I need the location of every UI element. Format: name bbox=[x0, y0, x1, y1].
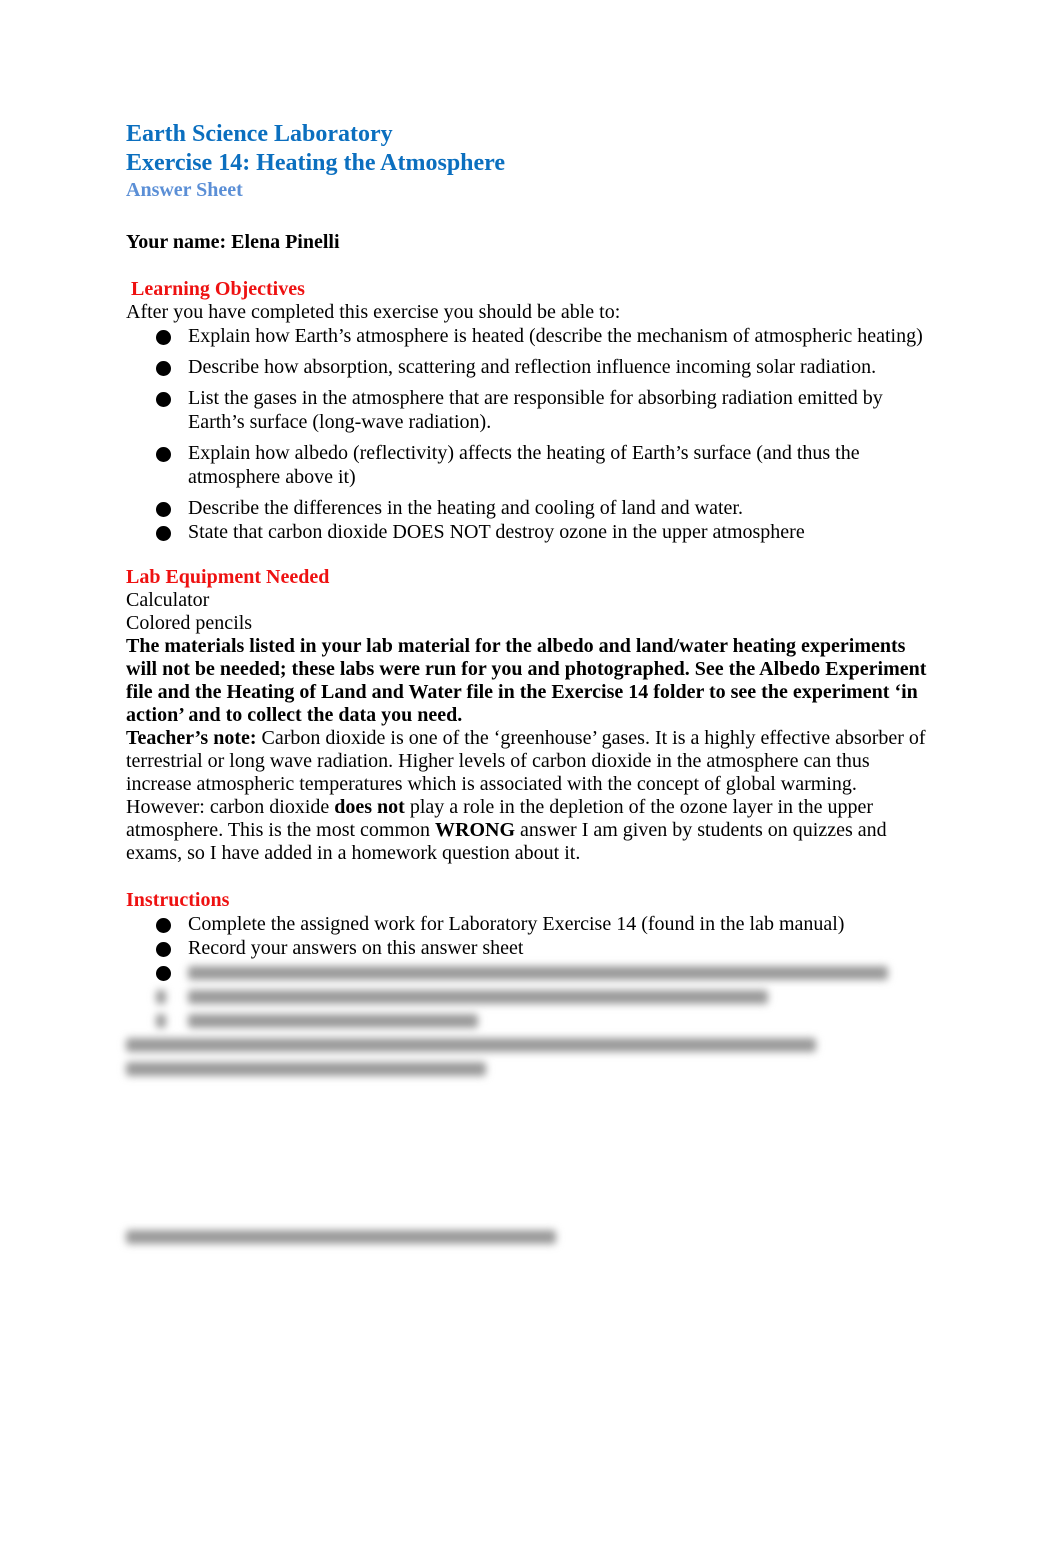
bullet-icon bbox=[156, 392, 171, 407]
list-item: Complete the assigned work for Laborator… bbox=[156, 912, 936, 936]
equipment-item: Colored pencils bbox=[126, 612, 253, 634]
document-page: Earth Science Laboratory Exercise 14: He… bbox=[126, 120, 936, 1245]
emphasis-wrong: WRONG bbox=[435, 819, 516, 841]
teacher-note-label: Teacher’s note: bbox=[126, 727, 257, 749]
learning-objectives-list: Explain how Earth’s atmosphere is heated… bbox=[126, 324, 936, 544]
equipment-item: Calculator bbox=[126, 589, 210, 611]
list-item: Describe how absorption, scattering and … bbox=[156, 355, 936, 379]
learning-objectives-heading: Learning Objectives bbox=[131, 278, 305, 300]
learning-objectives-section: Learning Objectives After you have compl… bbox=[126, 278, 936, 544]
list-item bbox=[156, 960, 936, 984]
list-item: Explain how albedo (reflectivity) affect… bbox=[156, 441, 936, 489]
materials-note: The materials listed in your lab materia… bbox=[126, 635, 927, 726]
list-item: Describe the differences in the heating … bbox=[156, 496, 936, 520]
bullet-icon bbox=[156, 330, 171, 345]
list-item: Explain how Earth’s atmosphere is heated… bbox=[156, 324, 936, 348]
list-item: State that carbon dioxide DOES NOT destr… bbox=[156, 520, 936, 544]
list-item: List the gases in the atmosphere that ar… bbox=[156, 386, 936, 434]
doc-title-line2: Exercise 14: Heating the Atmosphere bbox=[126, 150, 506, 176]
bullet-icon bbox=[156, 447, 171, 462]
bullet-icon bbox=[156, 526, 171, 541]
bullet-icon bbox=[156, 502, 171, 517]
bullet-icon bbox=[156, 942, 171, 957]
lab-equipment-heading: Lab Equipment Needed bbox=[126, 566, 330, 588]
emphasis-does-not: does not bbox=[334, 796, 405, 818]
instructions-section: Instructions Complete the assigned work … bbox=[126, 889, 936, 1084]
lab-equipment-section: Lab Equipment Needed Calculator Colored … bbox=[126, 566, 936, 865]
bullet-icon bbox=[156, 966, 171, 981]
doc-title-line1: Earth Science Laboratory bbox=[126, 121, 393, 147]
instructions-list: Complete the assigned work for Laborator… bbox=[126, 912, 936, 984]
learning-objectives-intro: After you have completed this exercise y… bbox=[126, 301, 621, 323]
obscured-footer-line bbox=[126, 1228, 556, 1246]
doc-subtitle: Answer Sheet bbox=[126, 179, 243, 201]
list-item: Record your answers on this answer sheet bbox=[156, 936, 936, 960]
obscured-text bbox=[188, 961, 888, 983]
obscured-content bbox=[126, 988, 936, 1084]
instructions-heading: Instructions bbox=[126, 889, 230, 911]
bullet-icon bbox=[156, 361, 171, 376]
teacher-note: Teacher’s note: Carbon dioxide is one of… bbox=[126, 727, 926, 864]
student-name: Your name: Elena Pinelli bbox=[126, 231, 340, 253]
bullet-icon bbox=[156, 918, 171, 933]
